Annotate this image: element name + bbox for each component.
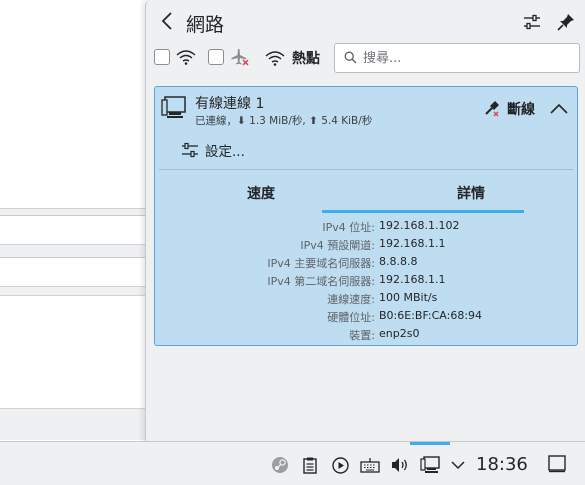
detail-row: IPv4 主要域名伺服器: 8.8.8.8 bbox=[155, 255, 579, 273]
show-desktop-icon[interactable] bbox=[548, 455, 568, 475]
hotspot-button[interactable]: 熱點 bbox=[264, 46, 320, 70]
hotspot-label: 熱點 bbox=[292, 51, 320, 67]
popup-toolbar: 熱點 bbox=[146, 42, 585, 76]
back-arrow-icon[interactable] bbox=[156, 8, 178, 34]
detail-key: IPv4 主要域名伺服器: bbox=[267, 257, 375, 270]
detail-value: 192.168.1.1 bbox=[379, 237, 446, 250]
taskbar: 18:36 bbox=[0, 441, 585, 485]
background-divider bbox=[0, 244, 146, 258]
network-wired-icon[interactable] bbox=[420, 456, 440, 474]
wifi-icon bbox=[174, 46, 198, 68]
detail-key: 硬體位址: bbox=[327, 311, 375, 324]
disconnect-button[interactable]: 斷線 bbox=[483, 99, 535, 119]
background-window bbox=[0, 0, 146, 440]
search-input[interactable] bbox=[363, 48, 573, 68]
background-field[interactable] bbox=[0, 257, 146, 287]
disconnect-label: 斷線 bbox=[507, 102, 535, 118]
pin-icon[interactable] bbox=[554, 10, 578, 34]
popup-title: 網路 bbox=[186, 14, 225, 36]
detail-key: 連線速度: bbox=[327, 293, 375, 306]
detail-key: IPv4 位址: bbox=[322, 221, 375, 234]
hotspot-icon bbox=[265, 51, 285, 66]
media-play-icon[interactable] bbox=[330, 456, 350, 474]
background-divider bbox=[0, 286, 146, 296]
steam-icon[interactable] bbox=[270, 456, 290, 474]
tab-details[interactable]: 詳情 bbox=[371, 183, 571, 203]
airplane-mode-icon bbox=[228, 46, 252, 68]
volume-icon[interactable] bbox=[390, 456, 410, 474]
sliders-icon[interactable] bbox=[520, 10, 544, 34]
detail-row: 裝置: enp2s0 bbox=[155, 327, 579, 345]
detail-row: IPv4 預設閘道: 192.168.1.1 bbox=[155, 237, 579, 255]
connection-name: 有線連線 1 bbox=[195, 96, 265, 112]
search-icon bbox=[344, 51, 357, 64]
detail-value: B0:6E:BF:CA:68:94 bbox=[379, 309, 483, 322]
wifi-toggle-checkbox[interactable] bbox=[154, 49, 170, 65]
tab-speed[interactable]: 速度 bbox=[161, 183, 361, 203]
active-applet-indicator bbox=[410, 442, 450, 445]
chevron-up-icon[interactable] bbox=[547, 97, 571, 121]
detail-key: 裝置: bbox=[349, 329, 375, 342]
keyboard-icon[interactable] bbox=[360, 456, 380, 474]
detail-value: 192.168.1.1 bbox=[379, 273, 446, 286]
detail-key: IPv4 第二域名伺服器: bbox=[267, 275, 375, 288]
popup-header: 網路 bbox=[146, 0, 585, 44]
clipboard-icon[interactable] bbox=[300, 456, 320, 474]
detail-value: 8.8.8.8 bbox=[379, 255, 418, 268]
search-field[interactable] bbox=[334, 43, 580, 73]
detail-row: 連線速度: 100 MBit/s bbox=[155, 291, 579, 309]
card-divider bbox=[159, 169, 573, 170]
detail-value: 192.168.1.102 bbox=[379, 219, 460, 232]
chevron-down-icon[interactable] bbox=[448, 456, 468, 474]
connection-settings-button[interactable]: 設定... bbox=[181, 139, 245, 161]
background-field[interactable] bbox=[0, 215, 146, 245]
clock[interactable]: 18:36 bbox=[476, 454, 528, 475]
network-wired-icon bbox=[161, 95, 189, 123]
sliders-icon bbox=[182, 142, 198, 158]
disconnect-icon bbox=[485, 101, 499, 117]
detail-value: enp2s0 bbox=[379, 327, 420, 340]
detail-row: 硬體位址: B0:6E:BF:CA:68:94 bbox=[155, 309, 579, 327]
detail-row: IPv4 位址: 192.168.1.102 bbox=[155, 219, 579, 237]
connection-status: 已連線，⬇ 1.3 MiB/秒, ⬆ 5.4 KiB/秒 bbox=[195, 115, 373, 127]
detail-value: 100 MBit/s bbox=[379, 291, 438, 304]
detail-row: IPv4 第二域名伺服器: 192.168.1.1 bbox=[155, 273, 579, 291]
background-statusbar bbox=[0, 408, 146, 440]
connection-card[interactable]: 有線連線 1 已連線，⬇ 1.3 MiB/秒, ⬆ 5.4 KiB/秒 斷線 設… bbox=[154, 86, 578, 346]
network-popup: 網路 熱點 搜尋... 有線連線 1 已連線，⬇ 1.3 MiB/秒, ⬆ 5.… bbox=[145, 0, 585, 442]
settings-label: 設定... bbox=[205, 144, 245, 160]
detail-key: IPv4 預設閘道: bbox=[300, 239, 375, 252]
active-tab-indicator bbox=[322, 210, 524, 213]
airplane-mode-checkbox[interactable] bbox=[208, 49, 224, 65]
